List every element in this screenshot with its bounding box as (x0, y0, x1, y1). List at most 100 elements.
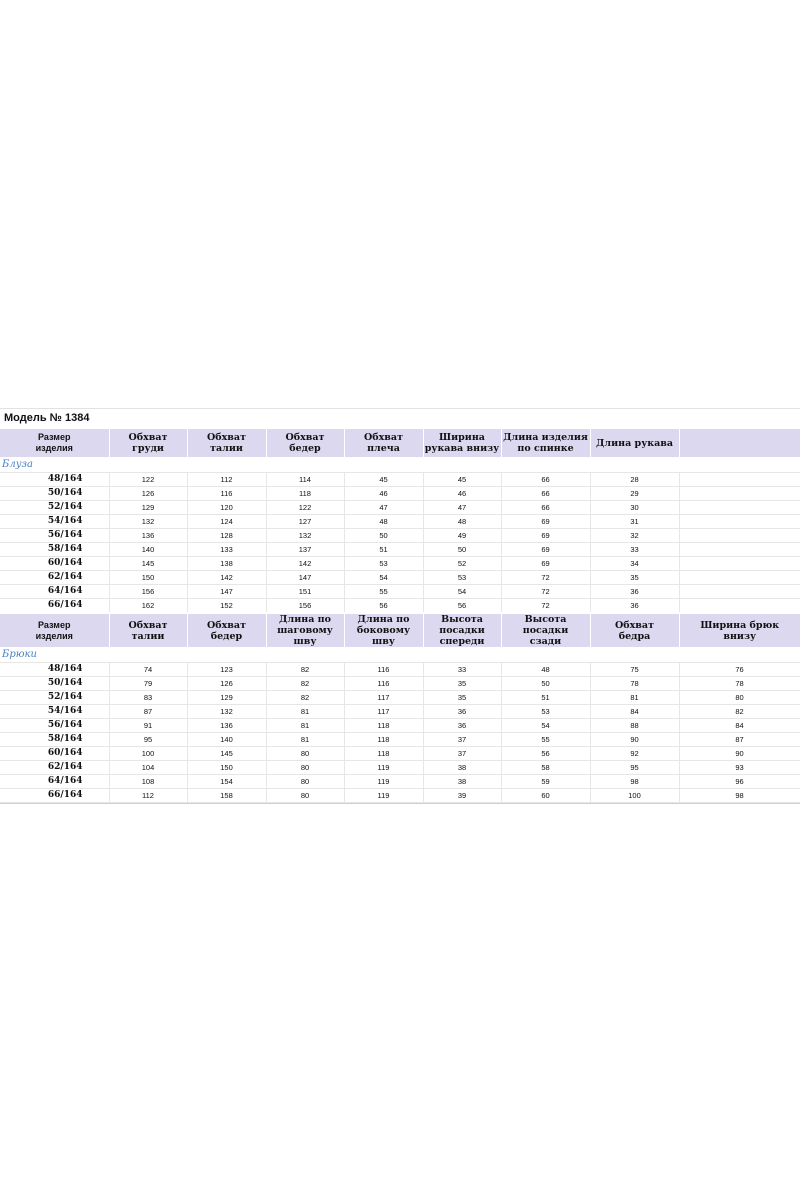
size-cell: 52/164 (0, 690, 110, 705)
value-cell: 152 (187, 598, 267, 614)
value-cell: 140 (109, 542, 188, 557)
trousers-header-row: Размер изделия Обхват талии Обхват бедер Длина… (0, 612, 800, 647)
value-cell: 117 (344, 690, 424, 705)
value-cell: 81 (266, 732, 345, 747)
value-cell: 129 (109, 500, 188, 515)
value-cell: 92 (590, 746, 680, 761)
value-cell (679, 556, 800, 571)
value-cell: 50 (501, 676, 591, 691)
value-cell: 60 (501, 788, 591, 803)
value-cell: 54 (423, 584, 502, 599)
value-cell: 98 (590, 774, 680, 789)
header-line: Высота посадки (522, 614, 569, 636)
size-cell: 56/164 (0, 528, 110, 543)
header-line: бедра (618, 630, 651, 642)
trousers-header-cell: Обхват бедер (186, 612, 266, 647)
header-line: Обхват (207, 432, 246, 443)
value-cell: 116 (187, 486, 267, 501)
value-cell: 38 (423, 774, 502, 789)
header-line: Длина по (279, 614, 331, 625)
value-cell: 76 (679, 662, 800, 677)
value-cell: 138 (187, 556, 267, 571)
value-cell: 37 (423, 746, 502, 761)
table-row: 52/164 129 120 122 47 47 66 30 (0, 500, 800, 515)
blouse-header-cell: Обхват бедер (265, 427, 344, 457)
value-cell: 108 (109, 774, 188, 789)
value-cell: 126 (187, 676, 267, 691)
value-cell: 78 (590, 676, 680, 691)
value-cell (679, 514, 800, 529)
value-cell: 119 (344, 760, 424, 775)
value-cell: 145 (109, 556, 188, 571)
value-cell: 51 (501, 690, 591, 705)
value-cell: 74 (109, 662, 188, 677)
value-cell: 82 (266, 690, 345, 705)
value-cell: 142 (266, 556, 345, 571)
size-cell: 58/164 (0, 732, 110, 747)
size-table-body: Размер изделия Обхват груди Обхват талии Обхва… (0, 427, 800, 803)
trousers-header-cell: Обхват бедра (589, 612, 679, 647)
value-cell: 58 (501, 760, 591, 775)
value-cell: 55 (344, 584, 424, 599)
value-cell: 91 (109, 718, 188, 733)
value-cell: 56 (501, 746, 591, 761)
value-cell: 80 (679, 690, 800, 705)
value-cell: 96 (679, 774, 800, 789)
value-cell: 93 (679, 760, 800, 775)
header-line: сзади (529, 636, 562, 647)
value-cell: 112 (187, 472, 267, 487)
value-cell: 81 (590, 690, 680, 705)
value-cell: 84 (590, 704, 680, 719)
blouse-header-cell: Длина изделия по спинке (500, 427, 590, 457)
blouse-header-cell: Длина рукава (589, 427, 679, 457)
size-cell: 54/164 (0, 514, 110, 529)
value-cell: 88 (590, 718, 680, 733)
size-cell: 52/164 (0, 500, 110, 515)
value-cell (679, 598, 800, 614)
value-cell: 48 (501, 662, 591, 677)
table-row: 66/164 162 152 156 56 56 72 36 (0, 598, 800, 614)
value-cell: 82 (266, 676, 345, 691)
value-cell: 33 (423, 662, 502, 677)
value-cell: 35 (423, 676, 502, 691)
value-cell: 45 (344, 472, 424, 487)
value-cell: 133 (187, 542, 267, 557)
trousers-section-row: Брюки (0, 647, 800, 663)
value-cell: 52 (423, 556, 502, 571)
value-cell: 72 (501, 570, 591, 585)
size-cell: 60/164 (0, 556, 110, 571)
value-cell: 127 (266, 514, 345, 529)
size-cell: 66/164 (0, 788, 110, 803)
value-cell: 33 (590, 542, 680, 557)
size-cell: 62/164 (0, 760, 110, 775)
value-cell: 119 (344, 774, 424, 789)
table-row: 48/164 122 112 114 45 45 66 28 (0, 472, 800, 487)
size-chart-sheet: Модель № 1384 Размер изделия Обхват груди Об… (0, 408, 800, 804)
value-cell: 36 (590, 584, 680, 599)
value-cell: 45 (423, 472, 502, 487)
blouse-section-label: Блуза (2, 459, 33, 470)
value-cell: 154 (187, 774, 267, 789)
size-cell: 54/164 (0, 704, 110, 719)
value-cell: 54 (501, 718, 591, 733)
value-cell: 35 (590, 570, 680, 585)
value-cell: 124 (187, 514, 267, 529)
value-cell: 66 (501, 472, 591, 487)
value-cell: 35 (423, 690, 502, 705)
model-title: Модель № 1384 (0, 408, 800, 427)
value-cell: 118 (344, 732, 424, 747)
value-cell: 78 (679, 676, 800, 691)
trousers-header-cell: Высота посадки спереди (422, 612, 501, 647)
value-cell: 147 (187, 584, 267, 599)
blouse-header-cell: Ширина рукава внизу (422, 427, 501, 457)
size-cell: 60/164 (0, 746, 110, 761)
value-cell: 145 (187, 746, 267, 761)
value-cell: 82 (266, 662, 345, 677)
size-cell: 58/164 (0, 542, 110, 557)
header-line: Размер (38, 432, 71, 442)
value-cell: 90 (679, 746, 800, 761)
value-cell: 81 (266, 718, 345, 733)
value-cell: 46 (344, 486, 424, 501)
size-cell: 48/164 (0, 662, 110, 677)
value-cell: 81 (266, 704, 345, 719)
